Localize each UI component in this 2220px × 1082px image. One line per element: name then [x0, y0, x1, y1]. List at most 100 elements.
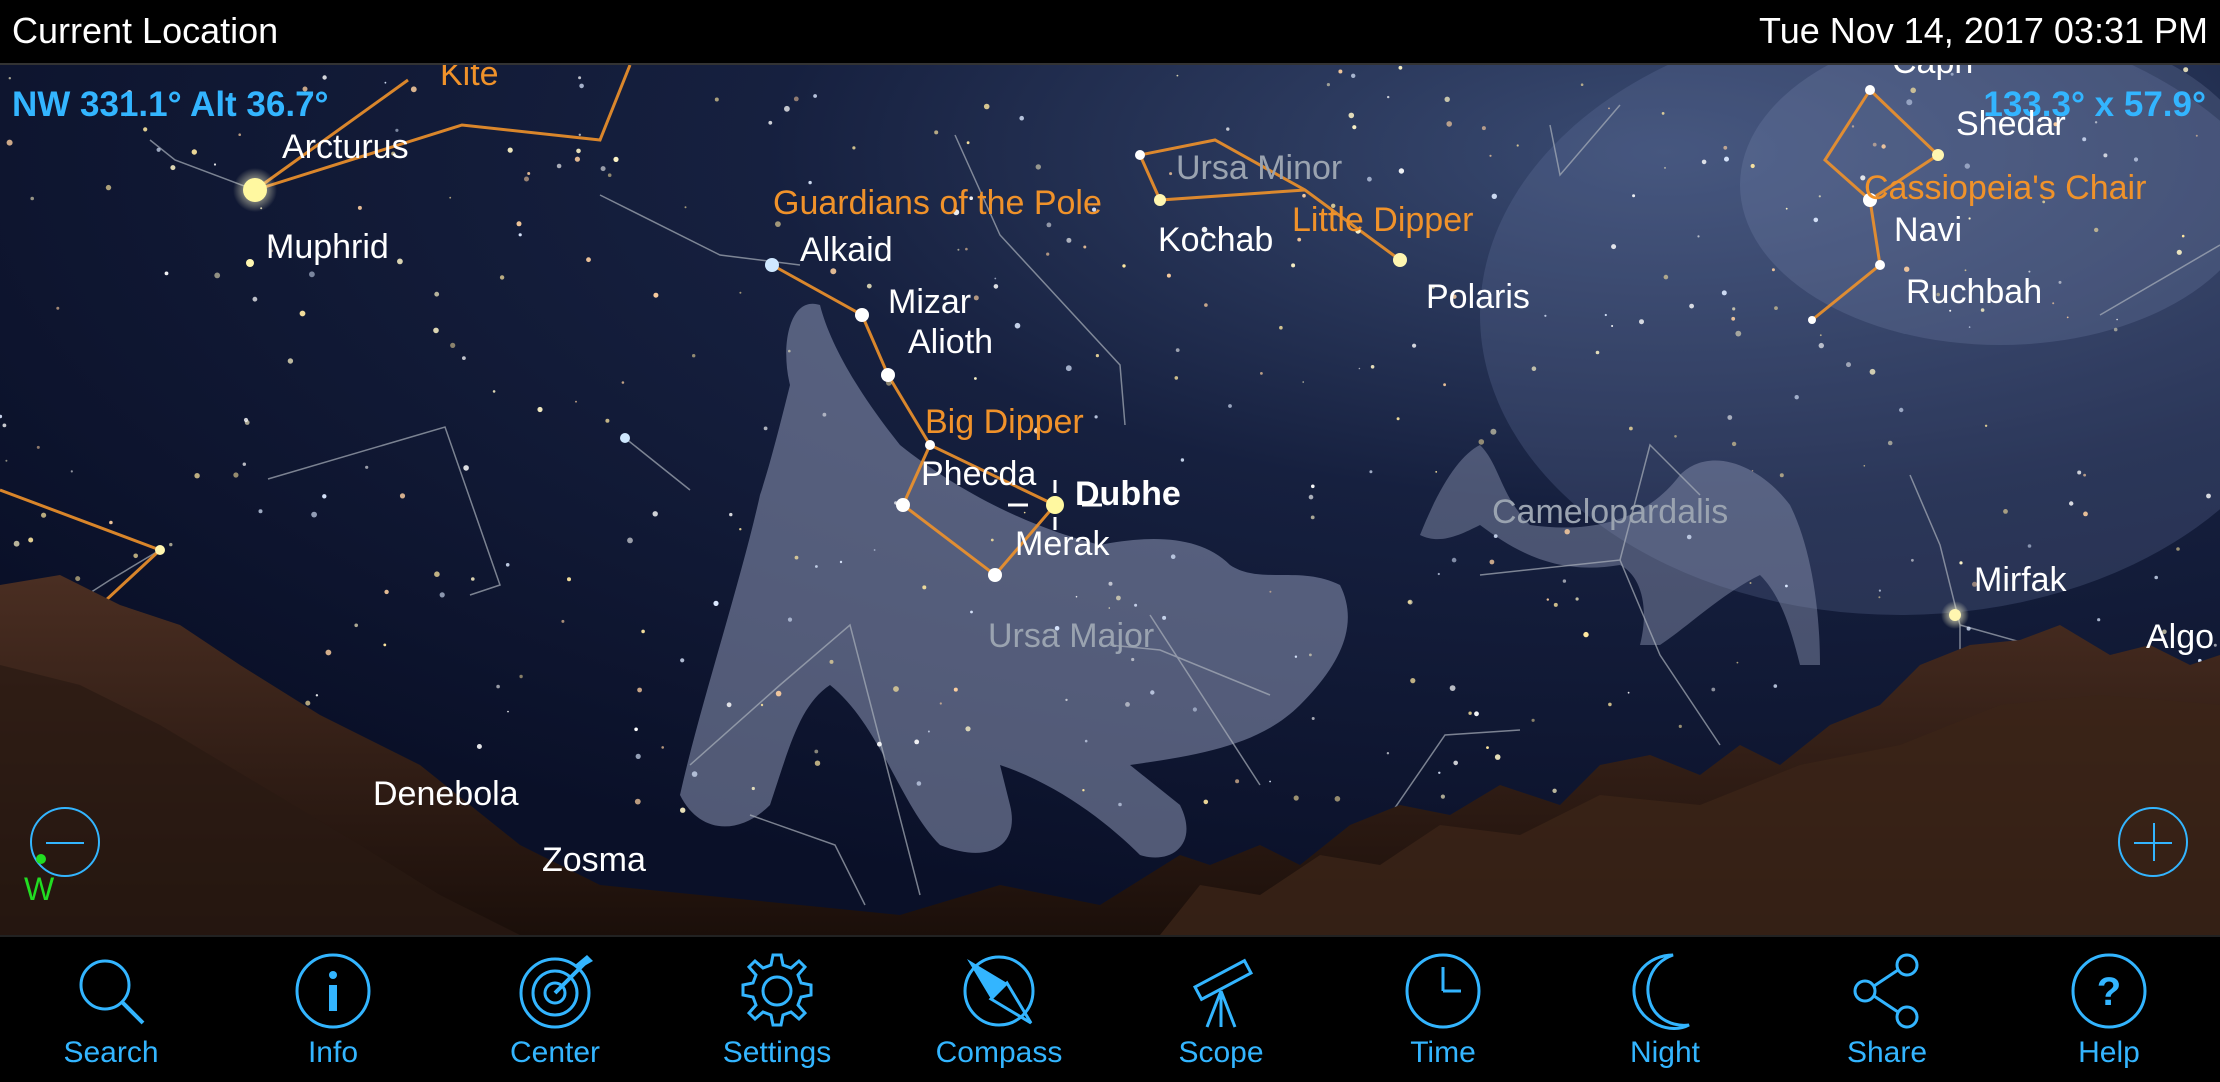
star-label-phecda[interactable]: Phecda [921, 457, 1036, 491]
background-star [1678, 724, 1682, 729]
sky-view[interactable]: NW 331.1° Alt 36.7° 133.3° x 57.9° Arctu… [0, 65, 2220, 935]
background-star [1175, 348, 1180, 352]
star-label-shedar[interactable]: Shedar [1956, 107, 2066, 141]
background-star [492, 390, 496, 393]
star-label-merak[interactable]: Merak [1015, 527, 1109, 561]
background-star [578, 133, 581, 136]
background-star [1170, 554, 1176, 559]
star-label-mizar[interactable]: Mizar [888, 285, 971, 319]
constellation-label-camelopardalis[interactable]: Camelopardalis [1492, 495, 1728, 529]
star-label-dubhe[interactable]: Dubhe [1075, 477, 1181, 511]
scope-button[interactable]: Scope [1110, 937, 1332, 1082]
background-star [299, 310, 306, 317]
background-star [1711, 687, 1716, 692]
background-star [1490, 428, 1497, 435]
background-star [2083, 473, 2087, 477]
background-star [1794, 395, 1799, 400]
help-button[interactable]: ? Help [1998, 937, 2220, 1082]
asterism-label-guardians[interactable]: Guardians of the Pole [773, 186, 1102, 220]
info-button[interactable]: Info [222, 937, 444, 1082]
minus-icon [46, 842, 84, 844]
background-star [1083, 245, 1087, 249]
background-star [2094, 227, 2099, 233]
background-star [397, 258, 403, 265]
star-label-denebola[interactable]: Denebola [373, 777, 519, 811]
settings-button[interactable]: Settings [666, 937, 888, 1082]
background-star [1204, 303, 1208, 307]
background-star [1750, 163, 1755, 169]
share-button[interactable]: Share [1776, 937, 1998, 1082]
background-star [1531, 366, 1537, 372]
background-star [1785, 584, 1788, 588]
asterism-label-kite[interactable]: Kite [440, 65, 499, 91]
background-star [1906, 99, 1913, 106]
background-star [1553, 602, 1558, 607]
background-star [866, 283, 872, 289]
background-star [1595, 350, 1600, 355]
background-star [1302, 193, 1306, 198]
star-label-polaris[interactable]: Polaris [1426, 280, 1530, 314]
search-button[interactable]: Search [0, 937, 222, 1082]
background-star [527, 172, 531, 175]
star-label-zosma[interactable]: Zosma [542, 843, 646, 877]
night-button[interactable]: Night [1554, 937, 1776, 1082]
background-star [8, 77, 11, 80]
background-star [30, 196, 34, 201]
background-star [784, 105, 790, 112]
compass-direction-marker: W [24, 871, 55, 907]
location-label[interactable]: Current Location [12, 10, 278, 52]
asterism-label-big-dipper[interactable]: Big Dipper [925, 405, 1084, 439]
background-star [1964, 163, 1971, 169]
star-label-arcturus[interactable]: Arcturus [282, 130, 409, 164]
datetime-label[interactable]: Tue Nov 14, 2017 03:31 PM [1759, 10, 2208, 52]
zoom-out-button[interactable] [30, 807, 100, 877]
star-label-alkaid[interactable]: Alkaid [800, 233, 893, 267]
background-star [990, 538, 994, 542]
background-star [814, 749, 819, 754]
background-star [1724, 156, 1729, 162]
background-star [105, 184, 112, 191]
background-star [1203, 799, 1209, 805]
background-star [1872, 142, 1877, 147]
background-star [1309, 653, 1312, 657]
background-star [1174, 376, 1179, 380]
background-star [1608, 107, 1610, 110]
compass-dot-icon [36, 854, 46, 864]
background-star [621, 381, 625, 384]
background-star [970, 610, 973, 614]
background-star [410, 86, 417, 93]
asterism-label-little-dipper[interactable]: Little Dipper [1292, 203, 1473, 237]
background-star [109, 520, 113, 525]
background-star [1412, 343, 1417, 348]
star-label-kochab[interactable]: Kochab [1158, 223, 1273, 257]
background-star [499, 275, 505, 280]
star-label-muphrid[interactable]: Muphrid [266, 230, 389, 264]
background-star [449, 196, 452, 199]
background-star [365, 465, 369, 469]
background-star [1910, 87, 1916, 94]
background-star [384, 81, 387, 84]
background-star [1451, 557, 1457, 563]
time-button[interactable]: Time [1332, 937, 1554, 1082]
star-label-ruchbah[interactable]: Ruchbah [1906, 275, 2042, 309]
star-label-algol[interactable]: Algo [2146, 620, 2214, 654]
star-label-caph[interactable]: Caph [1892, 65, 1973, 79]
compass-button[interactable]: Compass [888, 937, 1110, 1082]
center-button[interactable]: Center [444, 937, 666, 1082]
background-star [463, 465, 469, 471]
background-star [1813, 217, 1819, 223]
background-star [1396, 417, 1400, 421]
background-star [2077, 470, 2082, 475]
star-label-navi[interactable]: Navi [1894, 213, 1962, 247]
asterism-label-cassiopeias-chair[interactable]: Cassiopeia's Chair [1864, 171, 2146, 205]
background-star [957, 248, 960, 251]
background-star [1544, 314, 1547, 317]
star-label-mirfak[interactable]: Mirfak [1974, 563, 2067, 597]
background-star [1166, 273, 1171, 278]
background-star [1723, 145, 1728, 150]
background-star [537, 406, 543, 413]
constellation-label-ursa-major[interactable]: Ursa Major [988, 619, 1154, 653]
zoom-in-button[interactable] [2118, 807, 2188, 877]
star-label-alioth[interactable]: Alioth [908, 325, 993, 359]
constellation-label-ursa-minor[interactable]: Ursa Minor [1176, 151, 1342, 185]
